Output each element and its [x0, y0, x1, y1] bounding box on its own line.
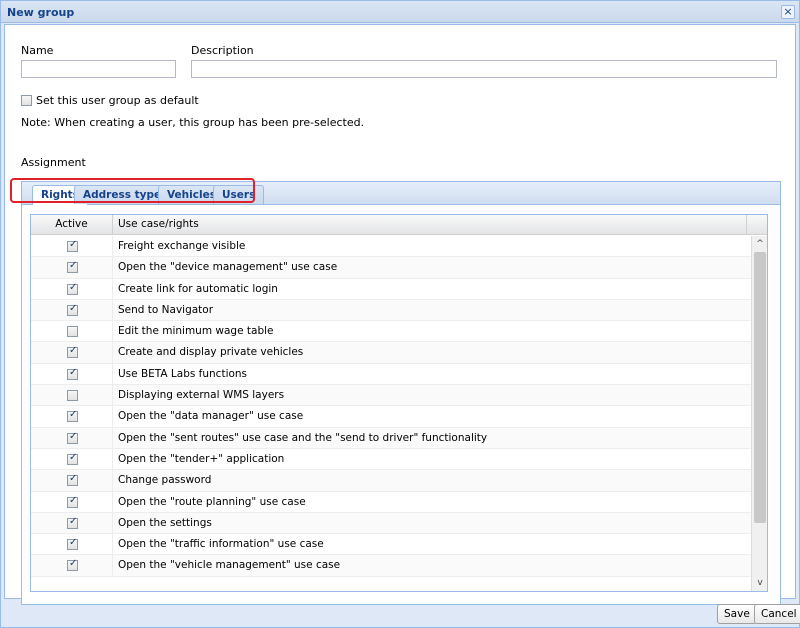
- active-cell: [31, 491, 113, 513]
- active-checkbox[interactable]: [67, 537, 78, 551]
- active-checkbox[interactable]: [67, 303, 78, 316]
- use-case-label: Open the "data manager" use case: [118, 410, 304, 423]
- active-cell: [31, 342, 113, 364]
- assignment-panel: Rights Address types Vehicles Users Acti…: [21, 181, 781, 605]
- active-checkbox[interactable]: [67, 516, 78, 529]
- use-case-label: Create link for automatic login: [118, 282, 278, 295]
- use-case-label: Displaying external WMS layers: [118, 389, 285, 402]
- column-header-use-case[interactable]: Use case/rights: [114, 215, 747, 235]
- use-case-label: Edit the minimum wage table: [118, 325, 274, 338]
- table-row[interactable]: Open the "route planning" use case: [31, 491, 751, 513]
- active-checkbox[interactable]: [67, 473, 78, 487]
- dialog-title: New group: [7, 6, 75, 19]
- close-icon[interactable]: ×: [781, 5, 795, 19]
- active-checkbox[interactable]: [67, 239, 78, 252]
- active-cell: [31, 257, 113, 279]
- active-cell: [31, 555, 113, 577]
- table-row[interactable]: Open the "tender+" application: [31, 448, 751, 471]
- active-cell: [31, 385, 113, 407]
- table-row[interactable]: Open the "sent routes" use case and the …: [31, 427, 751, 449]
- active-cell: [31, 363, 113, 385]
- name-field[interactable]: [21, 60, 176, 78]
- table-row[interactable]: Create and display private vehicles: [31, 342, 751, 364]
- active-cell: [31, 278, 113, 300]
- active-cell: [31, 534, 113, 556]
- use-case-label: Open the "device management" use case: [118, 261, 338, 274]
- assignment-tabstrip: Rights Address types Vehicles Users: [22, 182, 780, 205]
- active-checkbox[interactable]: [67, 431, 78, 444]
- column-header-active[interactable]: Active: [31, 215, 113, 235]
- preselect-note: Note: When creating a user, this group h…: [21, 116, 365, 129]
- active-checkbox[interactable]: [67, 390, 78, 402]
- assignment-label: Assignment: [21, 156, 86, 169]
- use-case-label: Open the "traffic information" use case: [118, 538, 324, 551]
- table-row[interactable]: Open the "traffic information" use case: [31, 534, 751, 556]
- table-row[interactable]: Change password: [31, 470, 751, 492]
- table-row[interactable]: Freight exchange visible: [31, 236, 751, 258]
- active-checkbox[interactable]: [67, 367, 78, 380]
- active-checkbox[interactable]: [67, 326, 78, 338]
- use-case-label: Open the "sent routes" use case and the …: [118, 431, 488, 444]
- table-row[interactable]: Create link for automatic login: [31, 278, 751, 300]
- table-row[interactable]: Edit the minimum wage table: [31, 321, 751, 343]
- tab-users[interactable]: Users: [213, 185, 265, 204]
- scrollbar-thumb[interactable]: [754, 252, 766, 523]
- active-cell: [31, 427, 113, 449]
- table-row[interactable]: Open the settings: [31, 512, 751, 535]
- use-case-label: Change password: [118, 474, 212, 487]
- active-checkbox[interactable]: [67, 345, 78, 359]
- dialog-titlebar[interactable]: New group ×: [1, 1, 799, 23]
- active-checkbox[interactable]: [67, 558, 78, 572]
- default-group-label: Set this user group as default: [36, 94, 199, 107]
- dialog-body: Name Description Set this user group as …: [4, 24, 796, 605]
- name-label: Name: [21, 44, 54, 57]
- active-checkbox[interactable]: [67, 282, 78, 295]
- use-case-label: Open the settings: [118, 516, 212, 529]
- table-row[interactable]: Open the "data manager" use case: [31, 406, 751, 428]
- use-case-label: Send to Navigator: [118, 303, 214, 316]
- default-group-checkbox[interactable]: [21, 95, 32, 106]
- table-row[interactable]: Open the "device management" use case: [31, 257, 751, 279]
- active-cell: [31, 299, 113, 321]
- use-case-label: Create and display private vehicles: [118, 346, 304, 359]
- description-label: Description: [191, 44, 254, 57]
- active-checkbox[interactable]: [67, 260, 78, 274]
- table-row[interactable]: Open the "vehicle management" use case: [31, 555, 751, 577]
- grid-scrollbar[interactable]: ^ v: [751, 236, 767, 591]
- active-cell: [31, 470, 113, 492]
- use-case-label: Open the "vehicle management" use case: [118, 559, 341, 572]
- chevron-down-icon[interactable]: v: [754, 577, 766, 589]
- save-button[interactable]: Save: [717, 604, 757, 624]
- new-group-dialog: New group × Name Description Set this us…: [0, 0, 800, 628]
- active-cell: [31, 236, 113, 257]
- table-row[interactable]: Use BETA Labs functions: [31, 363, 751, 386]
- chevron-up-icon[interactable]: ^: [754, 238, 766, 250]
- active-checkbox[interactable]: [67, 452, 78, 465]
- cancel-button[interactable]: Cancel: [754, 604, 800, 624]
- table-row[interactable]: Displaying external WMS layers: [31, 385, 751, 407]
- use-case-label: Freight exchange visible: [118, 240, 246, 252]
- description-field[interactable]: [191, 60, 777, 78]
- active-cell: [31, 448, 113, 470]
- grid-rows: Freight exchange visible Open the "device…: [31, 236, 751, 577]
- use-case-label: Use BETA Labs functions: [118, 367, 248, 380]
- active-cell: [31, 321, 113, 343]
- active-checkbox[interactable]: [67, 409, 78, 423]
- use-case-label: Open the "tender+" application: [118, 452, 285, 465]
- table-row[interactable]: Send to Navigator: [31, 299, 751, 322]
- grid-header: Active Use case/rights: [31, 215, 767, 235]
- active-cell: [31, 406, 113, 428]
- use-case-label: Open the "route planning" use case: [118, 495, 306, 508]
- rights-grid: Active Use case/rights Freight exchange …: [30, 214, 768, 592]
- active-checkbox[interactable]: [67, 495, 78, 508]
- active-cell: [31, 512, 113, 534]
